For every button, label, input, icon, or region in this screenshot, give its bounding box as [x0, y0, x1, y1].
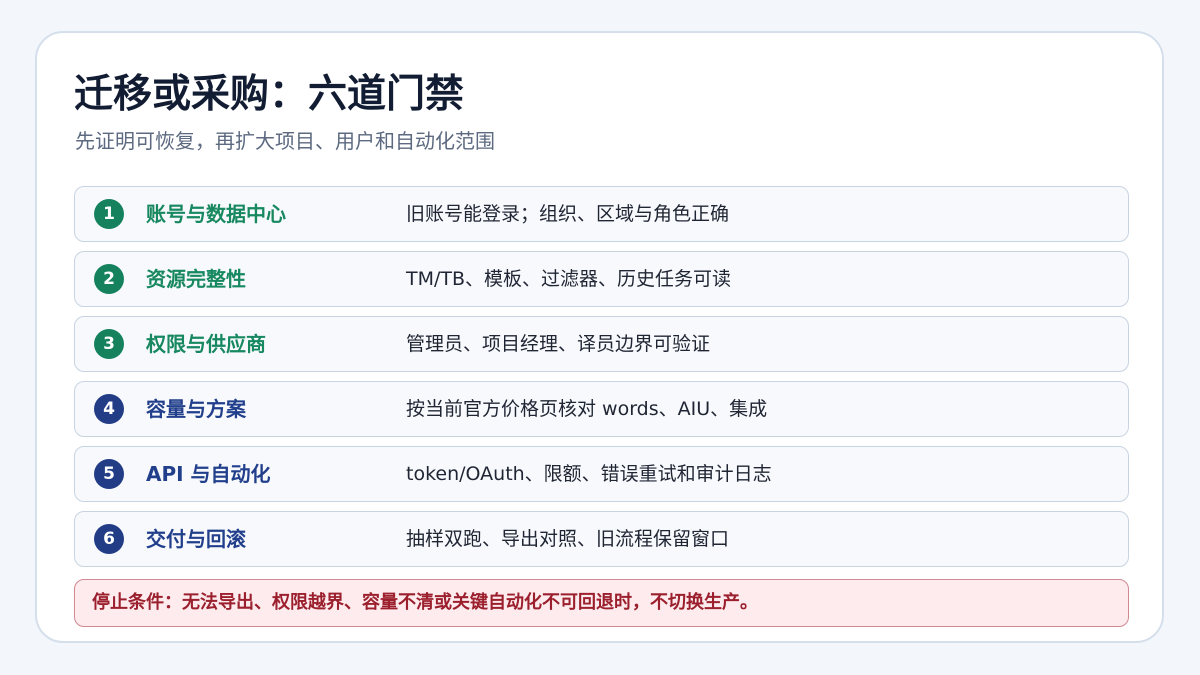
gate-title: 权限与供应商 [146, 332, 266, 356]
gate-description: 管理员、项目经理、译员边界可验证 [406, 333, 711, 355]
slide-card: 迁移或采购：六道门禁 先证明可恢复，再扩大项目、用户和自动化范围 1 账号与数据… [35, 31, 1164, 643]
gate-description: 旧账号能登录；组织、区域与角色正确 [406, 203, 730, 225]
gate-row-3: 3 权限与供应商 管理员、项目经理、译员边界可验证 [74, 316, 1129, 372]
gate-description: 按当前官方价格页核对 words、AIU、集成 [406, 398, 768, 420]
gate-description: token/OAuth、限额、错误重试和审计日志 [406, 463, 772, 485]
gate-row-6: 6 交付与回滚 抽样双跑、导出对照、旧流程保留窗口 [74, 511, 1129, 567]
gate-row-2: 2 资源完整性 TM/TB、模板、过滤器、历史任务可读 [74, 251, 1129, 307]
gate-number-badge: 1 [94, 199, 124, 229]
stop-condition-text: 停止条件：无法导出、权限越界、容量不清或关键自动化不可回退时，不切换生产。 [92, 592, 758, 613]
page-title: 迁移或采购：六道门禁 [74, 72, 465, 117]
gate-title: 容量与方案 [146, 397, 246, 421]
gate-description: TM/TB、模板、过滤器、历史任务可读 [406, 268, 732, 290]
gate-row-4: 4 容量与方案 按当前官方价格页核对 words、AIU、集成 [74, 381, 1129, 437]
gate-number-badge: 4 [94, 394, 124, 424]
gate-title: 资源完整性 [146, 267, 246, 291]
page-subtitle: 先证明可恢复，再扩大项目、用户和自动化范围 [75, 129, 495, 153]
gate-description: 抽样双跑、导出对照、旧流程保留窗口 [406, 528, 730, 550]
gate-title: 账号与数据中心 [146, 202, 286, 226]
gate-number-badge: 6 [94, 524, 124, 554]
gate-number-badge: 5 [94, 459, 124, 489]
gate-title: 交付与回滚 [146, 527, 246, 551]
gate-number-badge: 3 [94, 329, 124, 359]
gate-number-badge: 2 [94, 264, 124, 294]
gate-row-1: 1 账号与数据中心 旧账号能登录；组织、区域与角色正确 [74, 186, 1129, 242]
gate-row-5: 5 API 与自动化 token/OAuth、限额、错误重试和审计日志 [74, 446, 1129, 502]
gate-title: API 与自动化 [146, 462, 271, 486]
stop-condition-banner: 停止条件：无法导出、权限越界、容量不清或关键自动化不可回退时，不切换生产。 [74, 579, 1129, 627]
